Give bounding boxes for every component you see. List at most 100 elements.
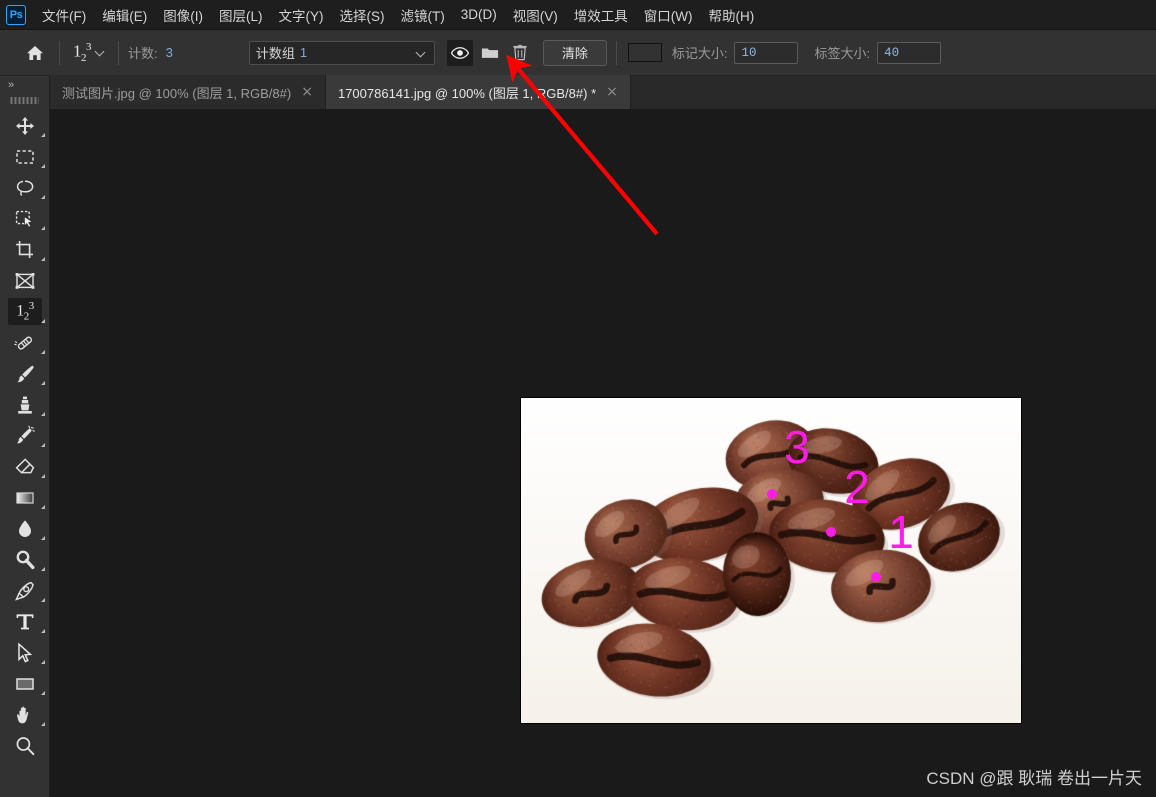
marker-size-label: 标记大小: (672, 43, 728, 62)
tool-flyout-triangle-icon[interactable] (41, 505, 45, 509)
spot-healing-brush-tool[interactable] (0, 327, 50, 358)
menu-file[interactable]: 文件(F) (34, 2, 94, 28)
menu-select[interactable]: 选择(S) (332, 2, 393, 28)
rectangle-tool[interactable] (0, 668, 50, 699)
tool-flyout-triangle-icon[interactable] (41, 598, 45, 602)
document-tab-ceshitupian[interactable]: 测试图片.jpg @ 100% (图层 1, RGB/8#) × (50, 75, 326, 109)
crop-tool[interactable] (0, 234, 50, 265)
tool-flyout-triangle-icon[interactable] (41, 474, 45, 478)
tool-flyout-triangle-icon[interactable] (41, 691, 45, 695)
label-size-input[interactable]: 40 (877, 42, 941, 64)
menu-bar: Ps 文件(F) 编辑(E) 图像(I) 图层(L) 文字(Y) 选择(S) 滤镜(T) 3D… (0, 0, 1156, 30)
path-selection-tool[interactable] (0, 637, 50, 668)
collapse-tools-panel-button[interactable]: » (0, 76, 49, 94)
tool-flyout-triangle-icon[interactable] (41, 381, 45, 385)
close-icon[interactable]: × (606, 85, 618, 99)
options-separator-1 (59, 41, 60, 65)
tool-flyout-triangle-icon[interactable] (41, 319, 45, 323)
tool-flyout-triangle-icon[interactable] (41, 226, 45, 230)
count-tool-icon: 123 (73, 42, 91, 64)
quick-selection-tool[interactable] (0, 203, 50, 234)
lasso-tool[interactable] (0, 172, 50, 203)
count-marker-3-dot[interactable] (767, 489, 777, 499)
document-tab-1700786141[interactable]: 1700786141.jpg @ 100% (图层 1, RGB/8#) * × (326, 75, 631, 109)
type-icon (14, 611, 36, 633)
clear-button[interactable]: 清除 (543, 40, 607, 66)
tool-flyout-triangle-icon[interactable] (41, 536, 45, 540)
count-marker-2-dot[interactable] (826, 527, 836, 537)
menu-view[interactable]: 视图(V) (505, 2, 566, 28)
menu-plugins[interactable]: 增效工具 (566, 2, 636, 28)
count-marker-2-label[interactable]: 2 (844, 464, 870, 510)
new-count-group-button[interactable] (477, 40, 503, 66)
dodge-tool[interactable] (0, 544, 50, 575)
count-marker-1-label[interactable]: 1 (888, 509, 914, 555)
document-tab-title: 测试图片.jpg @ 100% (图层 1, RGB/8#) (62, 83, 291, 102)
document-window[interactable]: 321 (521, 398, 1021, 723)
brush-tool[interactable] (0, 358, 50, 389)
eraser-icon (14, 456, 36, 478)
count-group-dropdown[interactable]: 计数组 1 (249, 41, 435, 65)
gradient-icon (14, 487, 36, 509)
menu-help[interactable]: 帮助(H) (700, 2, 762, 28)
canvas-area[interactable]: 321 (50, 110, 1156, 797)
move-icon (14, 115, 36, 137)
tool-flyout-triangle-icon[interactable] (41, 722, 45, 726)
crop-icon (14, 239, 36, 261)
tool-flyout-triangle-icon[interactable] (41, 164, 45, 168)
history-brush-icon (14, 425, 36, 447)
tool-flyout-triangle-icon[interactable] (41, 133, 45, 137)
tool-flyout-triangle-icon[interactable] (41, 629, 45, 633)
eraser-tool[interactable] (0, 451, 50, 482)
clone-stamp-icon (14, 394, 36, 416)
count-tool[interactable]: 123 (0, 296, 50, 327)
rectangle-shape-icon (14, 673, 36, 695)
tool-flyout-triangle-icon[interactable] (41, 257, 45, 261)
tool-flyout-triangle-icon[interactable] (41, 660, 45, 664)
close-icon[interactable]: × (301, 85, 313, 99)
document-tab-title: 1700786141.jpg @ 100% (图层 1, RGB/8#) * (338, 83, 596, 102)
path-selection-arrow-icon (14, 642, 36, 664)
marquee-tool[interactable] (0, 141, 50, 172)
menu-layer[interactable]: 图层(L) (211, 2, 271, 28)
menu-filter[interactable]: 滤镜(T) (393, 2, 453, 28)
home-button[interactable] (20, 38, 50, 68)
pen-tool[interactable] (0, 575, 50, 606)
delete-count-group-button[interactable] (507, 40, 533, 66)
type-tool[interactable] (0, 606, 50, 637)
options-bar: 123 计数: 3 计数组 1 清除 标记大小: 10 标签大小: 40 (0, 30, 1156, 76)
tool-flyout-triangle-icon[interactable] (41, 195, 45, 199)
count-marker-1-dot[interactable] (871, 572, 881, 582)
menu-edit[interactable]: 编辑(E) (94, 2, 155, 28)
marker-color-swatch[interactable] (628, 43, 662, 62)
home-icon (25, 43, 45, 63)
tool-flyout-triangle-icon[interactable] (41, 443, 45, 447)
app-logo: Ps (6, 5, 26, 25)
move-tool[interactable] (0, 110, 50, 141)
active-tool-preset[interactable]: 123 (69, 39, 109, 65)
clone-stamp-tool[interactable] (0, 389, 50, 420)
chevron-down-icon[interactable] (96, 48, 105, 57)
menu-image[interactable]: 图像(I) (155, 2, 211, 28)
toggle-count-group-visibility-button[interactable] (447, 40, 473, 66)
chevron-down-icon[interactable] (417, 49, 426, 58)
tool-flyout-triangle-icon[interactable] (41, 567, 45, 571)
tool-flyout-triangle-icon[interactable] (41, 412, 45, 416)
zoom-tool[interactable] (0, 730, 50, 761)
menu-window[interactable]: 窗口(W) (636, 2, 701, 28)
menu-3d[interactable]: 3D(D) (453, 4, 505, 25)
tool-flyout-triangle-icon[interactable] (41, 350, 45, 354)
quick-selection-icon (14, 208, 36, 230)
frame-tool[interactable] (0, 265, 50, 296)
history-brush-tool[interactable] (0, 420, 50, 451)
tools-panel-drag-handle[interactable] (10, 94, 39, 106)
blur-tool[interactable] (0, 513, 50, 544)
brush-icon (14, 363, 36, 385)
healing-brush-icon (14, 332, 36, 354)
menu-type[interactable]: 文字(Y) (271, 2, 332, 28)
count-marker-3-label[interactable]: 3 (784, 424, 810, 470)
marker-size-input[interactable]: 10 (734, 42, 798, 64)
blur-droplet-icon (14, 518, 36, 540)
gradient-tool[interactable] (0, 482, 50, 513)
hand-tool[interactable] (0, 699, 50, 730)
